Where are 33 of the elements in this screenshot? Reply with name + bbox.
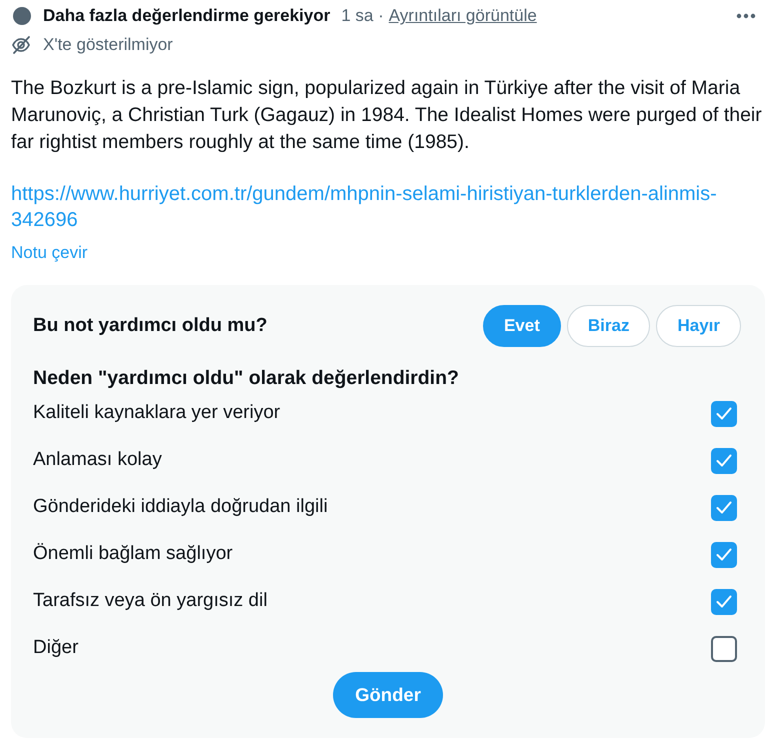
rating-option-button[interactable]: Biraz bbox=[566, 305, 650, 347]
reason-label: Önemli bağlam sağlıyor bbox=[33, 542, 233, 566]
check-icon bbox=[716, 501, 732, 514]
check-icon bbox=[716, 595, 732, 608]
check-icon bbox=[716, 454, 732, 467]
check-icon bbox=[716, 407, 732, 420]
visibility-status: X'te gösterilmiyor bbox=[43, 34, 173, 56]
note-status: Daha fazla değerlendirme gerekiyor bbox=[43, 5, 330, 28]
check-icon bbox=[716, 548, 732, 561]
reason-label: Tarafsız veya ön yargısız dil bbox=[33, 589, 268, 614]
reason-question: Neden "yardımcı oldu" olarak değerlendirdin? bbox=[33, 366, 459, 390]
translate-link[interactable]: Notu çevir bbox=[11, 243, 88, 263]
reason-label: Kaliteli kaynaklara yer veriyor bbox=[33, 401, 280, 426]
reason-label: Gönderideki iddiayla doğrudan ilgili bbox=[33, 495, 328, 520]
reason-label: Diğer bbox=[33, 636, 78, 660]
checkbox[interactable] bbox=[711, 400, 737, 426]
checkbox[interactable] bbox=[711, 542, 737, 568]
rating-option-button[interactable]: Evet bbox=[482, 305, 561, 347]
note-time: 1 sa · bbox=[341, 5, 384, 28]
rating-question: Bu not yardımcı oldu mu? bbox=[33, 314, 268, 338]
details-link[interactable]: Ayrıntıları görüntüle bbox=[388, 3, 537, 29]
eye-slash-icon bbox=[11, 35, 31, 55]
checkbox[interactable] bbox=[711, 448, 737, 474]
note-text: The Bozkurt is a pre-Islamic sign, popularized again in Türkiye after the visit of Maria Marunoviç, a Christian Turk (Gagauz) in 1984. The Idealist Homes were purged of their far rightist members roughly at the same time (1985). bbox=[11, 76, 763, 155]
reason-label: Anlaması kolay bbox=[33, 448, 162, 472]
submit-button[interactable]: Gönder bbox=[333, 672, 443, 718]
checkbox[interactable] bbox=[711, 636, 737, 662]
checkbox[interactable] bbox=[711, 494, 737, 520]
avatar-icon bbox=[13, 7, 31, 25]
checkbox[interactable] bbox=[711, 588, 737, 614]
source-link[interactable]: https://www.hurriyet.com.tr/gundem/mhpnin-selami-hiristiyan-turklerden-alinmis-342696 bbox=[11, 181, 719, 233]
rating-option-button[interactable]: Hayır bbox=[656, 305, 741, 347]
more-icon[interactable] bbox=[736, 13, 756, 19]
